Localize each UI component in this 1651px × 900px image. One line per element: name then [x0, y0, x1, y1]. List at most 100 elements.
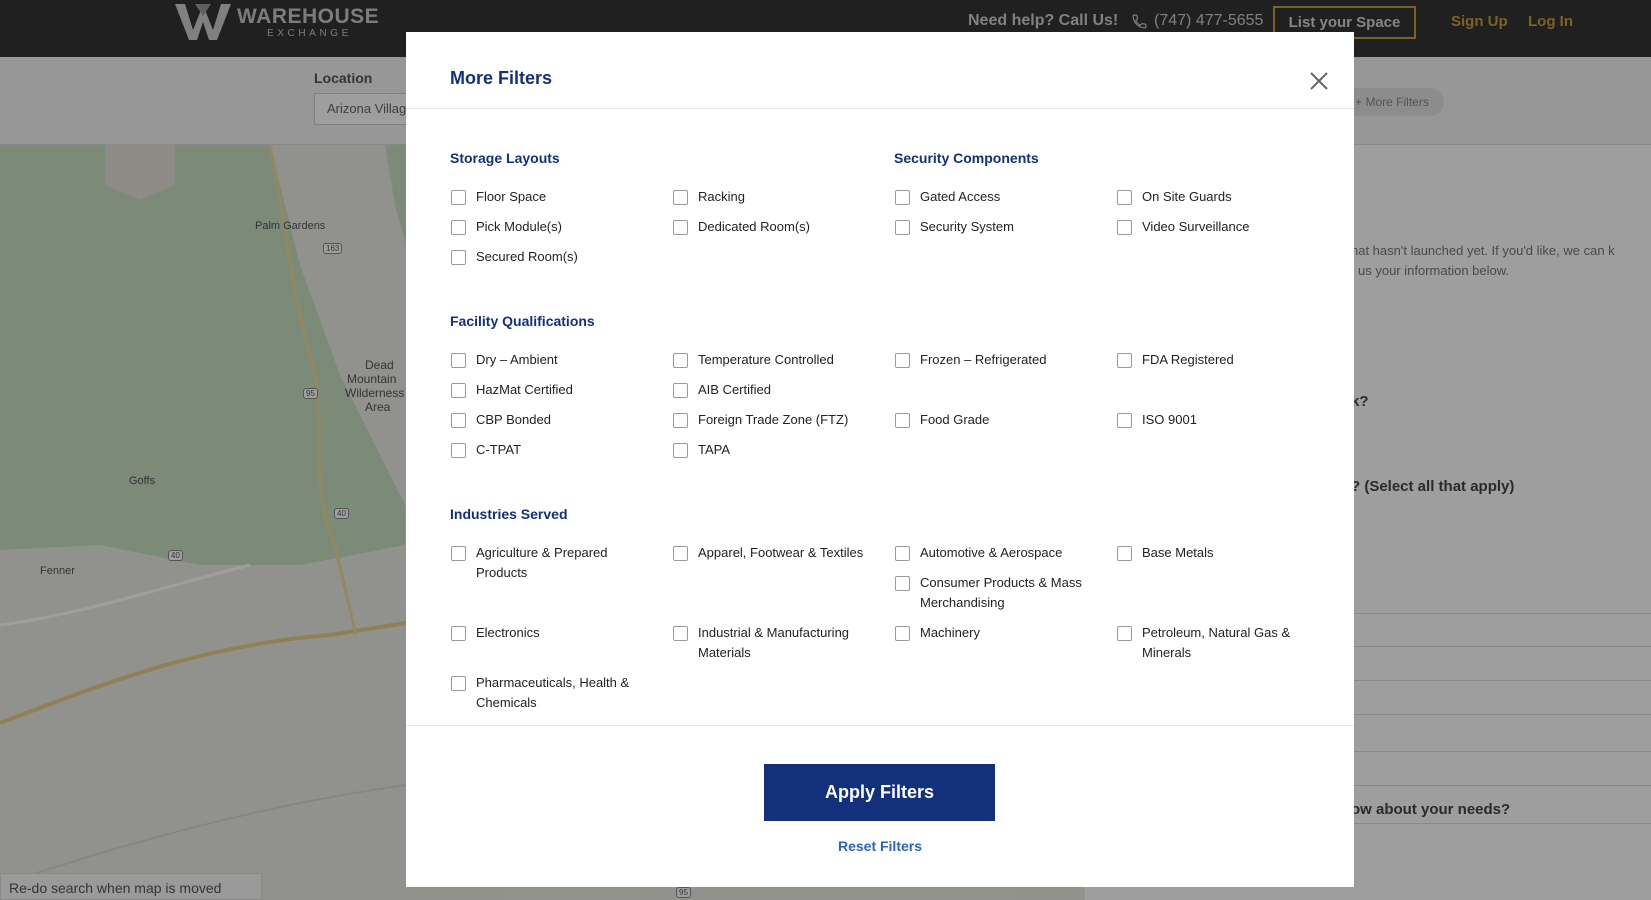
- checkbox-box[interactable]: [451, 190, 466, 205]
- checkbox-petroleum[interactable]: Petroleum, Natural Gas & Minerals: [1117, 625, 1322, 663]
- checkbox-label: FDA Registered: [1142, 352, 1234, 367]
- checkbox-agriculture[interactable]: Agriculture & Prepared Products: [451, 545, 656, 583]
- section-title-storage-layouts: Storage Layouts: [450, 150, 560, 166]
- more-filters-modal: More Filters Storage Layouts Floor Space…: [406, 32, 1354, 887]
- checkbox-hazmat-certified[interactable]: HazMat Certified: [451, 382, 656, 400]
- checkbox-secured-rooms[interactable]: Secured Room(s): [451, 249, 656, 267]
- checkbox-box[interactable]: [895, 353, 910, 368]
- checkbox-on-site-guards[interactable]: On Site Guards: [1117, 189, 1322, 207]
- checkbox-label: Pick Module(s): [476, 219, 562, 234]
- checkbox-box[interactable]: [451, 353, 466, 368]
- checkbox-dry-ambient[interactable]: Dry – Ambient: [451, 352, 656, 370]
- checkbox-box[interactable]: [673, 413, 688, 428]
- checkbox-label: Food Grade: [920, 412, 990, 427]
- checkbox-box[interactable]: [895, 220, 910, 235]
- section-title-security-components: Security Components: [894, 150, 1039, 166]
- checkbox-base-metals[interactable]: Base Metals: [1117, 545, 1322, 563]
- modal-footer-divider: [406, 725, 1354, 726]
- checkbox-electronics[interactable]: Electronics: [451, 625, 656, 643]
- checkbox-label: Consumer Products & Mass Merchandising: [920, 575, 1082, 610]
- checkbox-machinery[interactable]: Machinery: [895, 625, 1100, 643]
- checkbox-label: Electronics: [476, 625, 540, 640]
- checkbox-box[interactable]: [451, 676, 466, 691]
- checkbox-tapa[interactable]: TAPA: [673, 442, 878, 460]
- checkbox-box[interactable]: [451, 546, 466, 561]
- checkbox-label: Agriculture & Prepared Products: [476, 545, 608, 580]
- checkbox-box[interactable]: [1117, 353, 1132, 368]
- checkbox-temperature-controlled[interactable]: Temperature Controlled: [673, 352, 878, 370]
- checkbox-label: TAPA: [698, 442, 731, 457]
- checkbox-security-system[interactable]: Security System: [895, 219, 1100, 237]
- section-title-industries-served: Industries Served: [450, 506, 568, 522]
- checkbox-box[interactable]: [451, 413, 466, 428]
- checkbox-automotive-aerospace[interactable]: Automotive & Aerospace: [895, 545, 1100, 563]
- checkbox-label: Apparel, Footwear & Textiles: [698, 545, 864, 560]
- checkbox-label: ISO 9001: [1142, 412, 1197, 427]
- apply-filters-button[interactable]: Apply Filters: [764, 764, 995, 821]
- checkbox-box[interactable]: [673, 383, 688, 398]
- checkbox-box[interactable]: [451, 443, 466, 458]
- close-icon[interactable]: [1307, 69, 1331, 93]
- checkbox-box[interactable]: [451, 383, 466, 398]
- checkbox-video-surveillance[interactable]: Video Surveillance: [1117, 219, 1322, 237]
- checkbox-label: Secured Room(s): [476, 249, 578, 264]
- checkbox-label: Dedicated Room(s): [698, 219, 810, 234]
- checkbox-iso-9001[interactable]: ISO 9001: [1117, 412, 1322, 430]
- checkbox-label: Industrial & Manufacturing Materials: [698, 625, 850, 660]
- checkbox-apparel[interactable]: Apparel, Footwear & Textiles: [673, 545, 878, 563]
- checkbox-box[interactable]: [895, 413, 910, 428]
- checkbox-cbp-bonded[interactable]: CBP Bonded: [451, 412, 656, 430]
- checkbox-box[interactable]: [895, 576, 910, 591]
- checkbox-label: Dry – Ambient: [476, 352, 558, 367]
- checkbox-label: Temperature Controlled: [698, 352, 834, 367]
- checkbox-box[interactable]: [895, 190, 910, 205]
- modal-header-divider: [406, 108, 1354, 109]
- checkbox-consumer-products[interactable]: Consumer Products & Mass Merchandising: [895, 575, 1100, 613]
- checkbox-box[interactable]: [1117, 626, 1132, 641]
- checkbox-box[interactable]: [451, 220, 466, 235]
- checkbox-label: Floor Space: [476, 189, 547, 204]
- checkbox-industrial-manufacturing[interactable]: Industrial & Manufacturing Materials: [673, 625, 878, 663]
- checkbox-c-tpat[interactable]: C-TPAT: [451, 442, 656, 460]
- checkbox-pick-modules[interactable]: Pick Module(s): [451, 219, 656, 237]
- checkbox-box[interactable]: [1117, 546, 1132, 561]
- checkbox-box[interactable]: [673, 443, 688, 458]
- checkbox-dedicated-rooms[interactable]: Dedicated Room(s): [673, 219, 878, 237]
- checkbox-label: Machinery: [920, 625, 980, 640]
- checkbox-pharmaceuticals[interactable]: Pharmaceuticals, Health & Chemicals: [451, 675, 656, 713]
- checkbox-fda-registered[interactable]: FDA Registered: [1117, 352, 1322, 370]
- checkbox-box[interactable]: [673, 626, 688, 641]
- checkbox-label: Pharmaceuticals, Health & Chemicals: [476, 675, 630, 710]
- checkbox-label: HazMat Certified: [476, 382, 573, 397]
- checkbox-aib-certified[interactable]: AIB Certified: [673, 382, 878, 400]
- checkbox-box[interactable]: [451, 250, 466, 265]
- reset-filters-link[interactable]: Reset Filters: [406, 838, 1354, 854]
- checkbox-box[interactable]: [673, 220, 688, 235]
- checkbox-box[interactable]: [1117, 413, 1132, 428]
- checkbox-label: Frozen – Refrigerated: [920, 352, 1047, 367]
- checkbox-box[interactable]: [1117, 220, 1132, 235]
- checkbox-label: Petroleum, Natural Gas & Minerals: [1142, 625, 1291, 660]
- checkbox-box[interactable]: [1117, 190, 1132, 205]
- checkbox-box[interactable]: [673, 190, 688, 205]
- checkbox-label: On Site Guards: [1142, 189, 1232, 204]
- checkbox-box[interactable]: [895, 546, 910, 561]
- checkbox-label: Base Metals: [1142, 545, 1214, 560]
- checkbox-label: Foreign Trade Zone (FTZ): [698, 412, 849, 427]
- checkbox-box[interactable]: [673, 353, 688, 368]
- modal-title: More Filters: [450, 68, 553, 88]
- checkbox-box[interactable]: [895, 626, 910, 641]
- checkbox-frozen-refrigerated[interactable]: Frozen – Refrigerated: [895, 352, 1100, 370]
- checkbox-label: Gated Access: [920, 189, 1001, 204]
- checkbox-box[interactable]: [451, 626, 466, 641]
- checkbox-racking[interactable]: Racking: [673, 189, 878, 207]
- checkbox-box[interactable]: [673, 546, 688, 561]
- checkbox-label: AIB Certified: [698, 382, 771, 397]
- checkbox-foreign-trade-zone[interactable]: Foreign Trade Zone (FTZ): [673, 412, 878, 430]
- checkbox-label: Security System: [920, 219, 1014, 234]
- checkbox-food-grade[interactable]: Food Grade: [895, 412, 1100, 430]
- checkbox-gated-access[interactable]: Gated Access: [895, 189, 1100, 207]
- checkbox-label: Racking: [698, 189, 745, 204]
- section-title-facility-qualifications: Facility Qualifications: [450, 313, 595, 329]
- checkbox-floor-space[interactable]: Floor Space: [451, 189, 656, 207]
